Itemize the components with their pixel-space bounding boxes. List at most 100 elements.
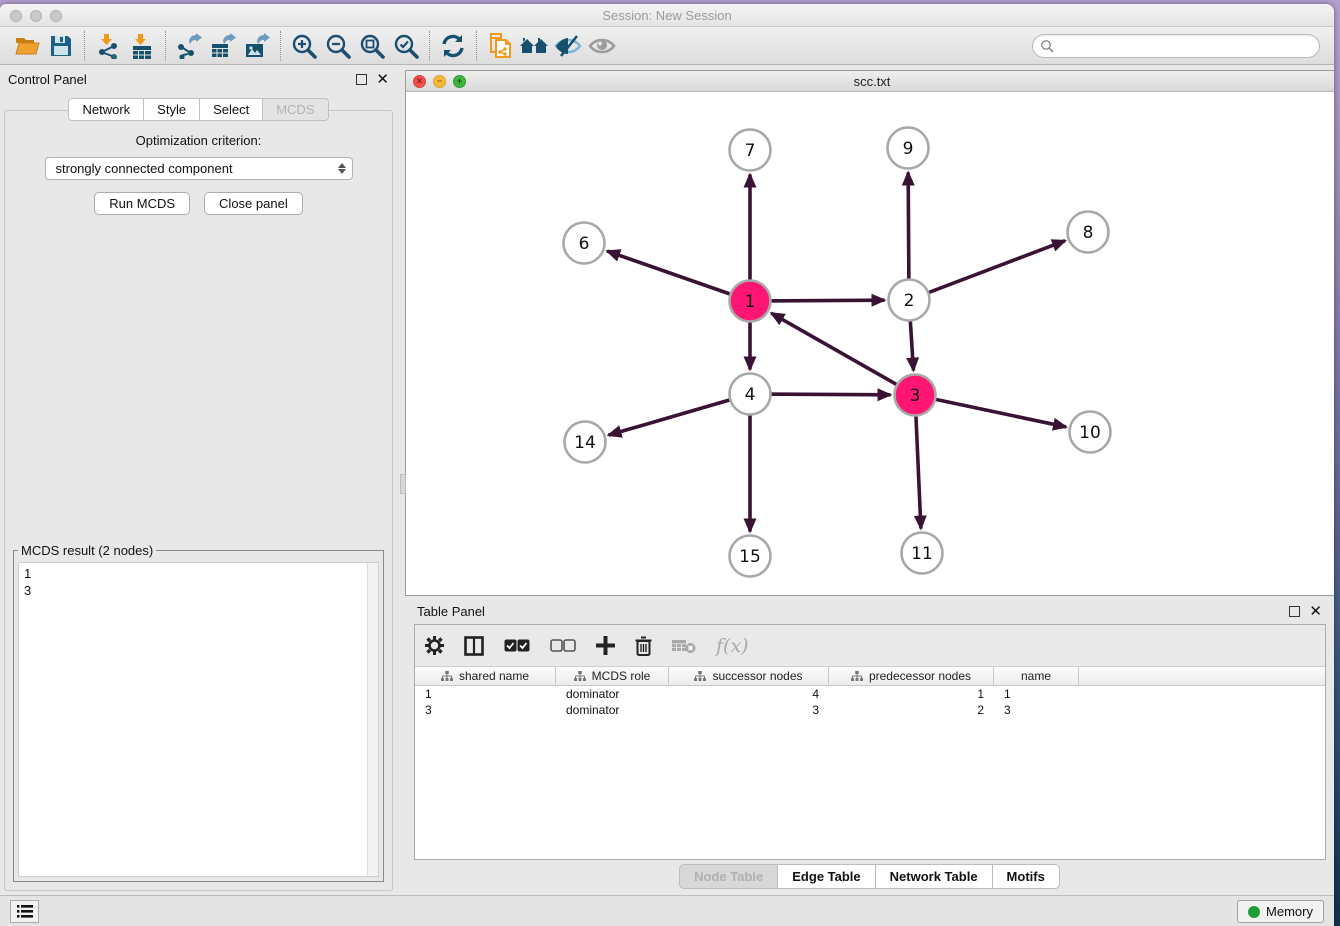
app-window: Session: New Session [0, 4, 1334, 926]
table-cell[interactable]: 1 [415, 686, 556, 702]
task-history-button[interactable] [10, 900, 39, 923]
main-toolbar [0, 27, 1334, 65]
export-table-icon[interactable] [206, 31, 240, 61]
zoom-selected-icon[interactable] [389, 31, 423, 61]
control-panel-header: Control Panel ✕ [0, 66, 397, 92]
table-cell[interactable]: 2 [829, 702, 994, 718]
export-image-icon[interactable] [240, 31, 274, 61]
mcds-result-title: MCDS result (2 nodes) [18, 543, 156, 558]
table-cell[interactable]: 1 [829, 686, 994, 702]
column-header-successor-nodes[interactable]: successor nodes [669, 667, 829, 685]
column-header-name[interactable]: name [994, 667, 1079, 685]
edge-3-10[interactable] [915, 395, 1066, 427]
column-header-shared-name[interactable]: shared name [415, 667, 556, 685]
tab-style[interactable]: Style [144, 98, 200, 121]
deselect-checkboxes-icon[interactable] [550, 639, 576, 652]
edge-1-6[interactable] [607, 251, 750, 301]
result-scrollbar[interactable] [367, 563, 378, 876]
tab-select[interactable]: Select [200, 98, 263, 121]
close-window-button[interactable] [10, 10, 22, 22]
copy-network-icon[interactable] [483, 31, 517, 61]
node-label-1: 1 [745, 292, 756, 312]
edge-2-8[interactable] [909, 241, 1065, 300]
run-mcds-button[interactable]: Run MCDS [94, 192, 190, 215]
tab-motifs[interactable]: Motifs [993, 864, 1060, 889]
network-window-titlebar[interactable]: ✕ − + scc.txt [406, 71, 1334, 92]
title-bar: Session: New Session [0, 4, 1334, 27]
toolbar-separator [280, 31, 281, 61]
delete-table-icon[interactable] [672, 638, 696, 654]
tab-network[interactable]: Network [68, 98, 144, 121]
table-cell[interactable]: 1 [994, 686, 1079, 702]
hide-selected-icon[interactable] [551, 31, 585, 61]
delete-column-icon[interactable] [635, 636, 652, 656]
search-icon [1040, 39, 1054, 53]
add-column-icon[interactable] [596, 636, 615, 655]
column-header-MCDS-role[interactable]: MCDS role [556, 667, 669, 685]
zoom-out-icon[interactable] [321, 31, 355, 61]
network-window-controls: ✕ − + [413, 75, 466, 88]
table-cell[interactable]: dominator [556, 702, 669, 718]
tab-edge-table[interactable]: Edge Table [778, 864, 875, 889]
network-canvas[interactable]: 7968124314101511 [406, 92, 1334, 595]
node-label-7: 7 [745, 141, 756, 161]
gear-icon[interactable] [425, 636, 444, 655]
dropdown-selected-value: strongly connected component [56, 161, 338, 176]
function-builder-icon[interactable]: f(x) [716, 635, 749, 657]
import-table-icon[interactable] [125, 31, 159, 61]
table-panel-tabs: Node TableEdge TableNetwork TableMotifs [405, 864, 1334, 889]
column-layout-icon[interactable] [464, 636, 484, 656]
table-cell[interactable]: 4 [669, 686, 829, 702]
float-panel-icon[interactable] [356, 74, 367, 85]
refresh-icon[interactable] [436, 31, 470, 61]
control-panel-tabs: NetworkStyleSelectMCDS [0, 98, 397, 121]
maximize-network-button[interactable]: + [453, 75, 466, 88]
open-session-icon[interactable] [10, 31, 44, 61]
node-table-container: f(x) shared nameMCDS rolesuccessor nodes… [414, 624, 1326, 860]
mcds-result-list[interactable]: 1 3 [18, 562, 379, 877]
list-icon [17, 905, 33, 918]
import-network-icon[interactable] [91, 31, 125, 61]
optimization-criterion-dropdown[interactable]: strongly connected component [45, 157, 353, 180]
table-toolbar: f(x) [415, 625, 1325, 667]
tab-node-table[interactable]: Node Table [679, 864, 778, 889]
zoom-in-icon[interactable] [287, 31, 321, 61]
edge-4-14[interactable] [609, 394, 750, 435]
node-table: shared nameMCDS rolesuccessor nodesprede… [415, 667, 1325, 718]
table-cell[interactable]: dominator [556, 686, 669, 702]
table-row[interactable]: 3dominator323 [415, 702, 1325, 718]
zoom-fit-icon[interactable] [355, 31, 389, 61]
edge-3-1[interactable] [771, 313, 915, 395]
save-session-icon[interactable] [44, 31, 78, 61]
select-all-checkboxes-icon[interactable] [504, 639, 530, 652]
export-network-icon[interactable] [172, 31, 206, 61]
control-panel: Control Panel ✕ NetworkStyleSelectMCDS O… [0, 66, 397, 895]
home-layout-icon[interactable] [517, 31, 551, 61]
control-panel-title: Control Panel [8, 72, 356, 87]
column-header-predecessor-nodes[interactable]: predecessor nodes [829, 667, 994, 685]
tab-network-table[interactable]: Network Table [876, 864, 993, 889]
search-input[interactable] [1054, 36, 1319, 56]
table-cell[interactable]: 3 [669, 702, 829, 718]
close-panel-icon[interactable]: ✕ [376, 74, 389, 85]
zoom-window-button[interactable] [50, 10, 62, 22]
table-row[interactable]: 1dominator411 [415, 686, 1325, 702]
float-table-panel-icon[interactable] [1289, 606, 1300, 617]
close-network-button[interactable]: ✕ [413, 75, 426, 88]
toolbar-separator [165, 31, 166, 61]
minimize-network-button[interactable]: − [433, 75, 446, 88]
close-table-panel-icon[interactable]: ✕ [1309, 606, 1322, 617]
memory-button[interactable]: Memory [1237, 900, 1324, 923]
show-all-icon[interactable] [585, 31, 619, 61]
toolbar-separator [476, 31, 477, 61]
tab-mcds[interactable]: MCDS [263, 98, 328, 121]
close-panel-button[interactable]: Close panel [204, 192, 303, 215]
table-cell[interactable]: 3 [415, 702, 556, 718]
minimize-window-button[interactable] [30, 10, 42, 22]
column-type-icon [574, 671, 586, 682]
panel-splitter-grip[interactable] [400, 474, 406, 494]
search-box [1032, 34, 1320, 58]
column-type-icon [694, 671, 706, 682]
network-graph[interactable]: 7968124314101511 [406, 92, 1334, 595]
table-cell[interactable]: 3 [994, 702, 1079, 718]
